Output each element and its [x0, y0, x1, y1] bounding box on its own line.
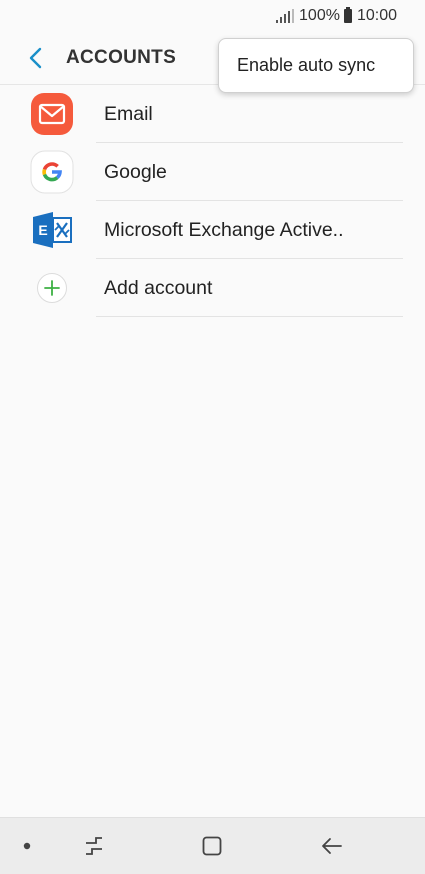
overflow-menu: Enable auto sync — [218, 38, 414, 93]
account-label: Microsoft Exchange Active.. — [104, 218, 344, 241]
account-item-exchange[interactable]: E Microsoft Exchange Active.. — [0, 201, 425, 259]
clock: 10:00 — [356, 7, 397, 24]
svg-text:E: E — [38, 222, 47, 238]
recent-apps-button[interactable] — [64, 818, 124, 874]
exchange-icon: E — [33, 212, 72, 248]
account-label: Email — [104, 102, 153, 125]
exchange-app-icon: E — [30, 208, 74, 252]
account-list: Email Google E Microsoft Exchange Active… — [0, 85, 425, 317]
battery-percent: 100% — [299, 7, 340, 24]
system-back-button[interactable] — [302, 818, 362, 874]
recent-apps-icon — [86, 837, 102, 855]
signal-icon — [276, 9, 295, 23]
add-account-icon-wrap — [30, 266, 74, 310]
dot-icon — [23, 842, 31, 850]
account-item-email[interactable]: Email — [0, 85, 425, 143]
chevron-left-icon — [29, 47, 42, 69]
google-app-icon — [30, 150, 74, 194]
add-account-button[interactable]: Add account — [0, 259, 425, 317]
menu-item-enable-auto-sync[interactable]: Enable auto sync — [237, 55, 375, 76]
email-app-icon — [30, 92, 74, 136]
nav-dot[interactable] — [0, 818, 54, 874]
account-label: Add account — [104, 276, 213, 299]
navigation-bar — [0, 817, 425, 874]
back-button[interactable] — [18, 41, 52, 75]
home-icon — [202, 836, 222, 856]
account-label: Google — [104, 160, 167, 183]
status-bar: 100% 10:00 — [0, 0, 425, 32]
page-title: ACCOUNTS — [66, 47, 177, 68]
email-icon — [31, 93, 73, 135]
account-item-google[interactable]: Google — [0, 143, 425, 201]
battery-icon — [343, 7, 352, 23]
back-arrow-icon — [322, 838, 342, 854]
home-button[interactable] — [182, 818, 242, 874]
divider — [96, 316, 403, 317]
add-icon — [37, 273, 67, 303]
google-icon — [30, 150, 74, 194]
